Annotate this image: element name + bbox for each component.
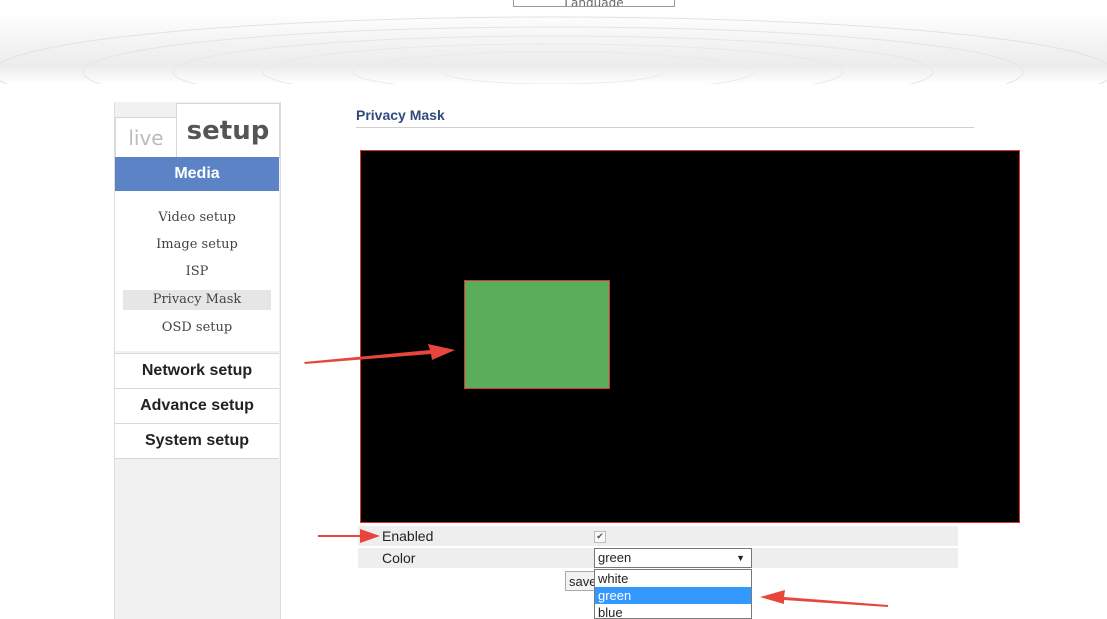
title-divider bbox=[356, 127, 974, 128]
sidebar-section-advance-setup[interactable]: Advance setup bbox=[115, 388, 279, 423]
sidebar-section-network-setup[interactable]: Network setup bbox=[115, 353, 279, 388]
enabled-row bbox=[358, 526, 958, 546]
enabled-checkbox[interactable]: ✔ bbox=[594, 531, 606, 543]
page-title: Privacy Mask bbox=[356, 107, 445, 123]
sidebar-section-system-setup[interactable]: System setup bbox=[115, 423, 279, 459]
chevron-down-icon: ▼ bbox=[736, 553, 745, 563]
tab-live[interactable]: live bbox=[115, 117, 177, 158]
color-select[interactable]: green ▼ bbox=[594, 548, 752, 568]
color-option-white[interactable]: white bbox=[595, 570, 751, 587]
enabled-label: Enabled bbox=[382, 528, 434, 544]
sidebar-item-video-setup[interactable]: Video setup bbox=[123, 208, 271, 228]
color-select-value: green bbox=[598, 550, 632, 565]
color-dropdown-list: white green blue bbox=[594, 569, 752, 619]
video-preview[interactable] bbox=[360, 150, 1020, 523]
annotation-arrow-enabled bbox=[318, 529, 380, 543]
media-submenu: Video setup Image setup ISP Privacy Mask… bbox=[115, 191, 279, 351]
color-option-blue[interactable]: blue bbox=[595, 604, 751, 618]
sidebar-item-image-setup[interactable]: Image setup bbox=[123, 235, 271, 255]
annotation-arrow-green bbox=[760, 590, 888, 607]
sidebar-item-privacy-mask[interactable]: Privacy Mask bbox=[123, 290, 271, 310]
tab-setup[interactable]: setup bbox=[176, 103, 280, 158]
color-label: Color bbox=[382, 550, 416, 566]
language-select[interactable]: Language bbox=[513, 0, 675, 7]
color-option-green[interactable]: green bbox=[595, 587, 751, 604]
privacy-mask-region[interactable] bbox=[464, 280, 610, 389]
header-decoration bbox=[0, 16, 1107, 84]
sidebar-item-osd-setup[interactable]: OSD setup bbox=[123, 318, 271, 338]
sidebar-item-isp[interactable]: ISP bbox=[123, 262, 271, 282]
sidebar-media-header[interactable]: Media bbox=[115, 157, 279, 191]
header-banner bbox=[0, 12, 1107, 84]
annotation-arrow-mask bbox=[304, 344, 455, 364]
